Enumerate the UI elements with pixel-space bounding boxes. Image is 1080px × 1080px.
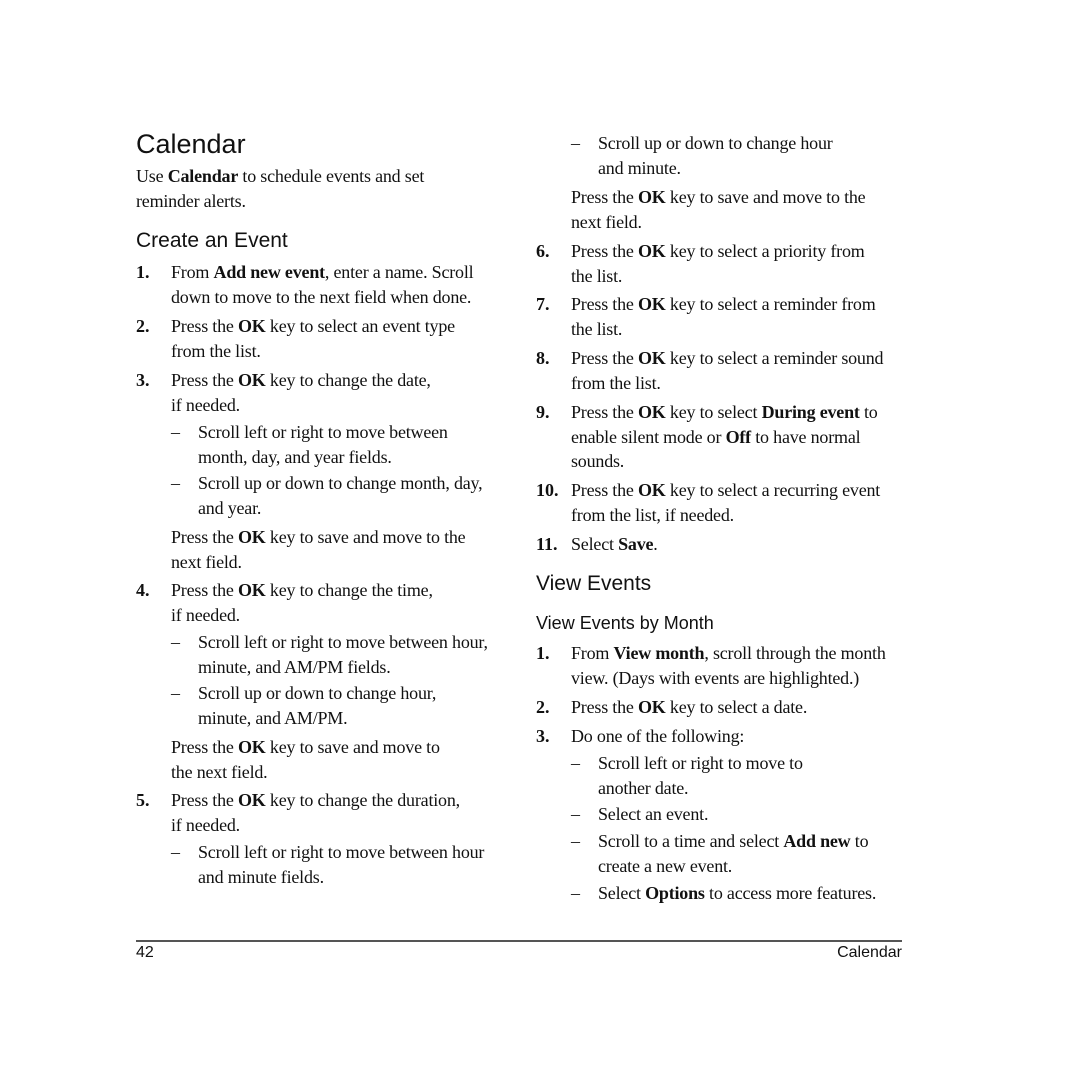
- step-followup-text: Press the OK key to save and move to the…: [171, 737, 440, 782]
- step-number: 1.: [536, 643, 550, 663]
- sub-step-text: Scroll left or right to move between mon…: [198, 422, 448, 467]
- view-events-by-month-subheading: View Events by Month: [536, 613, 714, 633]
- step-text: Press the OK key to select a reminder fr…: [571, 294, 876, 339]
- bullet-dash: –: [571, 831, 580, 851]
- sub-step-text: Scroll left or right to move between hou…: [198, 632, 488, 677]
- step-number: 9.: [536, 402, 550, 422]
- step-number: 7.: [536, 294, 550, 314]
- step-text: Press the OK key to select a recurring e…: [571, 480, 881, 525]
- step-number: 2.: [536, 697, 550, 717]
- sub-step-text: Scroll left or right to move to another …: [598, 753, 803, 798]
- step-text: Press the OK key to select a date.: [571, 697, 808, 717]
- step-number: 6.: [536, 241, 550, 261]
- step-number: 1.: [136, 262, 150, 282]
- sub-step-text: Select an event.: [598, 804, 709, 824]
- step-text: From Add new event, enter a name. Scroll…: [171, 262, 474, 307]
- footer-rule: [136, 940, 902, 942]
- step-text: Select Save.: [571, 534, 658, 554]
- step-number: 11.: [536, 534, 558, 554]
- bullet-dash: –: [171, 842, 180, 862]
- view-events-heading: View Events: [536, 572, 652, 595]
- step-text: Press the OK key to select an event type…: [171, 316, 455, 361]
- step-text: Do one of the following:: [571, 726, 745, 746]
- intro-paragraph: Use Calendar to schedule events and set …: [136, 166, 425, 211]
- step-number: 8.: [536, 348, 550, 368]
- step-number: 10.: [536, 480, 559, 500]
- step-number: 3.: [536, 726, 550, 746]
- bullet-dash: –: [571, 804, 580, 824]
- step-text: From View month, scroll through the mont…: [571, 643, 886, 688]
- step-followup-text: Press the OK key to save and move to the…: [171, 527, 466, 572]
- step-number: 3.: [136, 370, 150, 390]
- step-text: Press the OK key to change the time, if …: [171, 580, 433, 625]
- step-number: 2.: [136, 316, 150, 336]
- calendar-term: Calendar: [167, 166, 239, 186]
- page-title: Calendar: [136, 129, 246, 159]
- footer-section-name: Calendar: [837, 944, 902, 961]
- step-text: Press the OK key to change the duration,…: [171, 790, 460, 835]
- bullet-dash: –: [171, 683, 180, 703]
- bullet-dash: –: [571, 883, 580, 903]
- sub-step-text: Scroll up or down to change hour and min…: [598, 133, 833, 178]
- step-text: Press the OK key to select a reminder so…: [571, 348, 884, 393]
- bullet-dash: –: [571, 133, 580, 153]
- bullet-dash: –: [171, 422, 180, 442]
- bullet-dash: –: [171, 473, 180, 493]
- sub-step-text: Scroll up or down to change hour, minute…: [198, 683, 437, 728]
- step-text: Press the OK key to select a priority fr…: [571, 241, 865, 286]
- sub-step-text: Scroll up or down to change month, day, …: [198, 473, 483, 518]
- bullet-dash: –: [171, 632, 180, 652]
- sub-step-text: Scroll left or right to move between hou…: [198, 842, 485, 887]
- sub-step-text: Select Options to access more features.: [598, 883, 877, 903]
- page-number: 42: [136, 944, 154, 961]
- step-followup-text: Press the OK key to save and move to the…: [571, 187, 866, 232]
- create-event-heading: Create an Event: [136, 229, 288, 252]
- step-text: Press the OK key to change the date, if …: [171, 370, 431, 415]
- step-text: Press the OK key to select During event …: [571, 402, 878, 471]
- bullet-dash: –: [571, 753, 580, 773]
- step-number: 4.: [136, 580, 150, 600]
- step-number: 5.: [136, 790, 150, 810]
- sub-step-text: Scroll to a time and select Add new to c…: [598, 831, 869, 876]
